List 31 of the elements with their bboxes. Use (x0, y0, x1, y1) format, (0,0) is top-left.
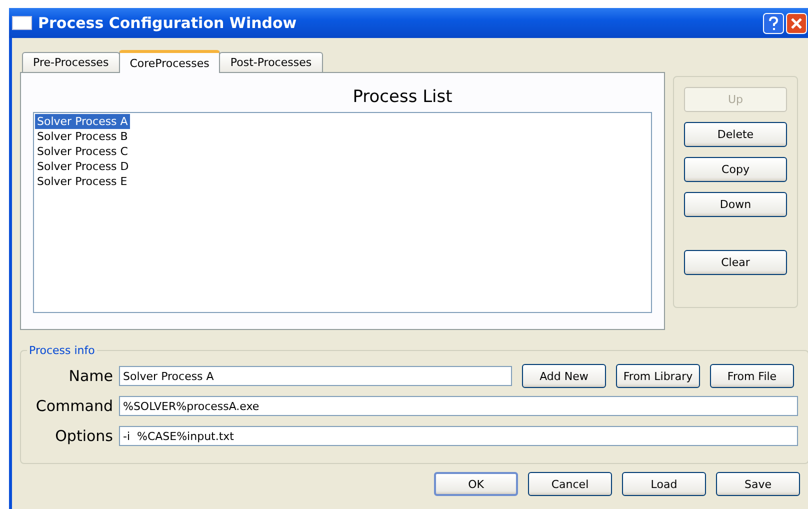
field-label: Command (34, 397, 113, 415)
close-icon[interactable] (786, 12, 807, 34)
input-field[interactable]: Solver Process A (119, 366, 512, 386)
footer-button[interactable]: Cancel (528, 472, 612, 496)
field-label: Options (54, 427, 113, 445)
info-button[interactable]: From File (710, 364, 794, 388)
tab[interactable]: Pre-Processes (22, 52, 120, 72)
list-title: Process List (352, 86, 454, 109)
footer-button[interactable]: Load (622, 472, 706, 496)
tab[interactable]: Post-Processes (219, 52, 323, 72)
footer-button[interactable]: OK (434, 472, 518, 496)
side-button[interactable]: Delete (684, 122, 787, 147)
input-field[interactable]: %SOLVER%processA.exe (119, 396, 798, 416)
window-icon (12, 16, 32, 30)
tab[interactable]: CoreProcesses (118, 50, 220, 73)
side-button[interactable]: Down (684, 192, 787, 217)
window-title: Process Configuration Window (38, 14, 297, 32)
list-item[interactable]: Solver Process A (35, 114, 130, 129)
list-item[interactable]: Solver Process C (35, 144, 130, 159)
footer-button[interactable]: Save (716, 472, 800, 496)
side-button[interactable]: Clear (684, 250, 787, 275)
help-icon[interactable] (763, 12, 784, 34)
field-label: Name (68, 367, 113, 385)
list-item[interactable]: Solver Process E (35, 174, 130, 189)
list-item[interactable]: Solver Process D (35, 159, 131, 174)
info-button[interactable]: Add New (522, 364, 606, 388)
group-title: Process info (28, 344, 96, 357)
list-item[interactable]: Solver Process B (35, 129, 130, 144)
input-field[interactable]: -i %CASE%input.txt (119, 426, 798, 446)
info-button[interactable]: From Library (616, 364, 700, 388)
side-button[interactable]: Copy (684, 157, 787, 182)
